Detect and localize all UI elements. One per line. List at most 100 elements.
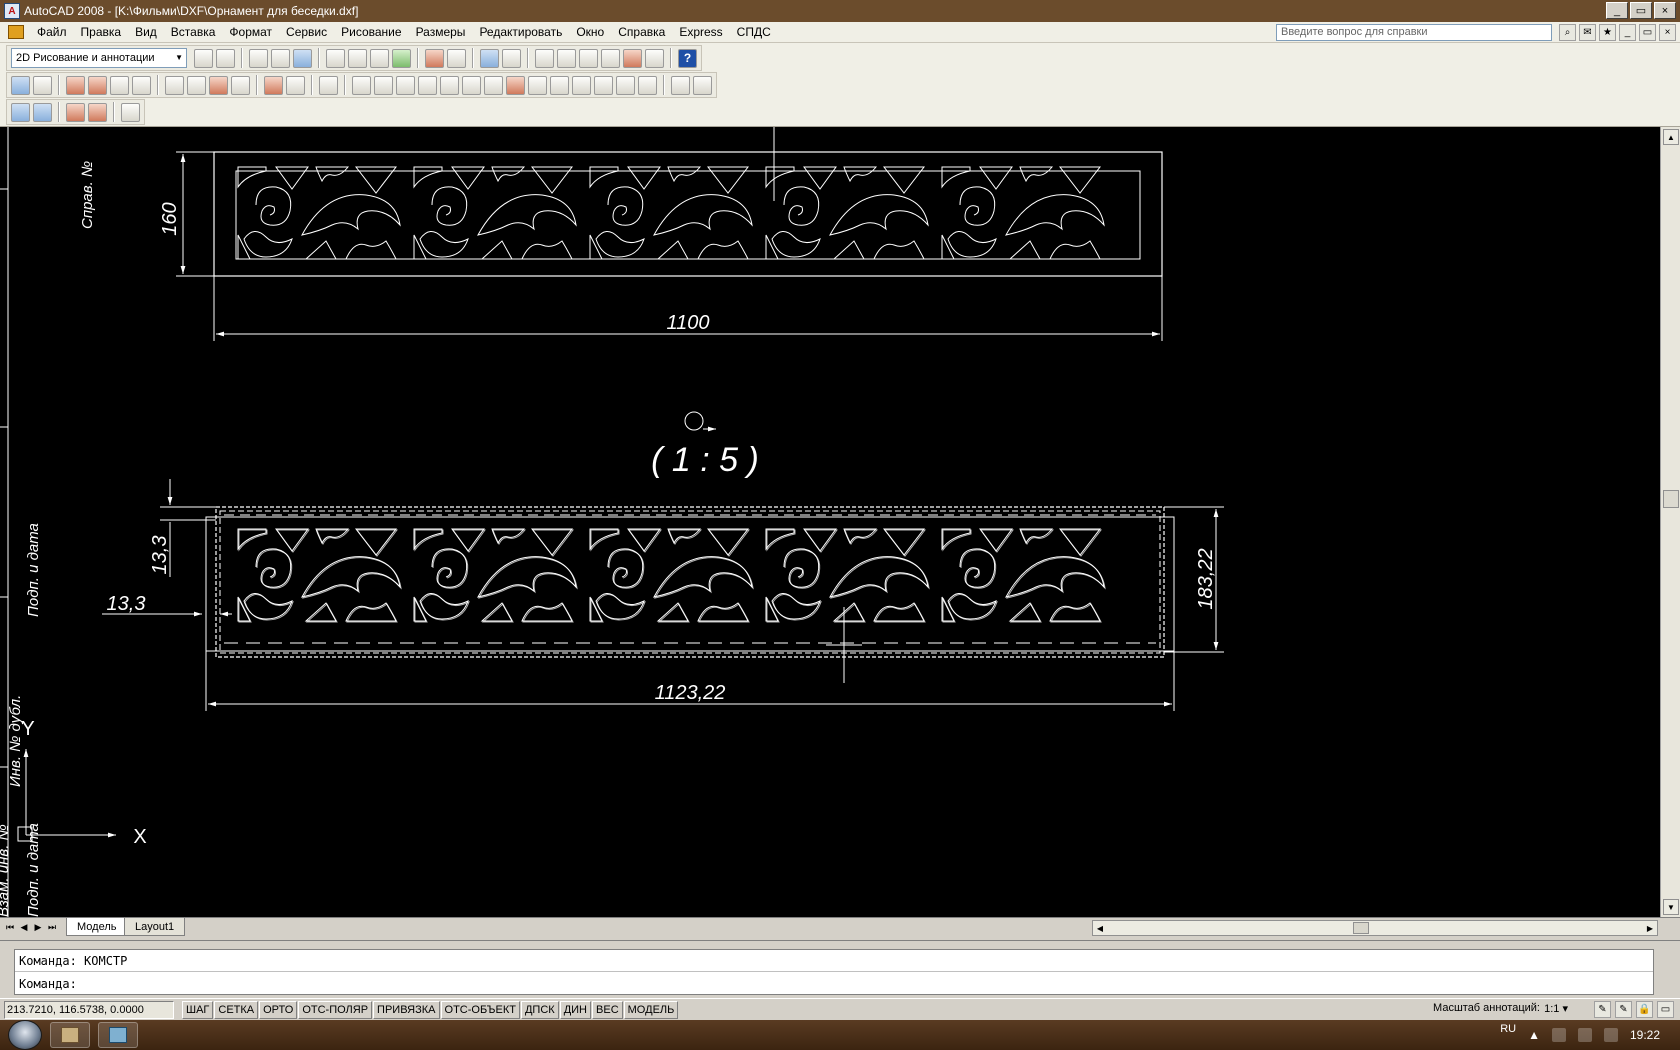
command-history[interactable]: Команда: КОМСТР Команда: — [14, 949, 1654, 995]
menu-draw[interactable]: Рисование — [334, 22, 408, 42]
snap-toggle[interactable]: ШАГ — [182, 1000, 214, 1019]
spds-elevation-icon[interactable] — [88, 75, 107, 95]
tolerance-icon[interactable] — [572, 75, 591, 95]
linear-dimension-icon[interactable] — [352, 75, 371, 95]
dimension-settings-icon[interactable] — [693, 75, 712, 95]
tab-layout1[interactable]: Layout1 — [124, 918, 186, 936]
document-menu-icon[interactable] — [8, 25, 24, 39]
close-button[interactable]: × — [1654, 2, 1676, 19]
baseline-dimension-icon[interactable] — [528, 75, 547, 95]
print-preview-icon[interactable] — [348, 48, 367, 68]
dimension-edit-icon[interactable] — [616, 75, 635, 95]
last-tab-icon[interactable]: ⏭ — [46, 920, 58, 934]
ordinate-dimension-icon[interactable] — [418, 75, 437, 95]
layer-isolate-icon[interactable] — [88, 102, 107, 122]
calculator-icon[interactable] — [645, 48, 664, 68]
spds-view-icon[interactable] — [187, 75, 206, 95]
autocad-app-icon[interactable]: A — [4, 3, 20, 19]
menu-edit[interactable]: Правка — [74, 22, 129, 42]
properties-icon[interactable] — [557, 48, 576, 68]
tab-model[interactable]: Модель — [66, 918, 128, 936]
pan-icon[interactable] — [535, 48, 554, 68]
taskbar-explorer-button[interactable] — [50, 1022, 90, 1048]
help-search-input[interactable]: Введите вопрос для справки — [1276, 24, 1552, 41]
layer-previous-icon[interactable] — [66, 102, 85, 122]
volume-icon[interactable] — [1603, 1028, 1618, 1042]
menu-view[interactable]: Вид — [128, 22, 164, 42]
communication-center-icon[interactable]: ✉ — [1579, 24, 1596, 41]
annotation-visibility-icon[interactable]: ✎ — [1594, 1001, 1611, 1018]
spds-level-icon[interactable] — [110, 75, 129, 95]
sheet-set-icon[interactable] — [623, 48, 642, 68]
new-file-icon[interactable] — [249, 48, 268, 68]
command-prompt[interactable]: Команда: — [19, 975, 77, 993]
network-icon[interactable] — [1577, 1028, 1592, 1042]
menu-insert[interactable]: Вставка — [164, 22, 223, 42]
osnap-toggle[interactable]: ПРИВЯЗКА — [373, 1000, 440, 1019]
otrack-toggle[interactable]: ОТС-ОБЪЕКТ — [440, 1000, 520, 1019]
horizontal-scrollbar[interactable]: ◀ ▶ — [1092, 920, 1658, 936]
search-icon[interactable]: ⌕ — [1559, 24, 1576, 41]
prev-tab-icon[interactable]: ◀ — [18, 920, 30, 934]
taskbar-autocad-button[interactable] — [98, 1022, 138, 1048]
ducs-toggle[interactable]: ДПСК — [520, 1000, 559, 1019]
doc-restore-button[interactable]: ▭ — [1639, 24, 1656, 41]
start-button[interactable] — [8, 1020, 42, 1050]
menu-format[interactable]: Формат — [222, 22, 279, 42]
center-mark-icon[interactable] — [594, 75, 613, 95]
doc-minimize-button[interactable]: _ — [1619, 24, 1636, 41]
dimension-update-icon[interactable] — [671, 75, 690, 95]
model-space-canvas[interactable]: Справ. № Подп. и дата Инв. № дубл. Взам.… — [0, 127, 1660, 917]
language-indicator[interactable]: RU — [1500, 1023, 1516, 1035]
publish-icon[interactable] — [370, 48, 389, 68]
menu-file[interactable]: Файл — [30, 22, 74, 42]
menu-express[interactable]: Express — [672, 22, 729, 42]
undo-icon[interactable] — [480, 48, 499, 68]
clock[interactable]: 19:22 — [1630, 1028, 1660, 1042]
lock-icon[interactable]: 🔒 — [1636, 1001, 1653, 1018]
auto-scale-icon[interactable]: ✎ — [1615, 1001, 1632, 1018]
scroll-left-icon[interactable]: ◀ — [1093, 921, 1107, 935]
dimension-style-icon[interactable] — [638, 75, 657, 95]
design-center-icon[interactable] — [579, 48, 598, 68]
spds-format-icon[interactable] — [11, 75, 30, 95]
bottom-ornament-panel[interactable] — [205, 506, 1175, 658]
spds-axis-icon[interactable] — [33, 75, 52, 95]
menu-modify[interactable]: Редактировать — [472, 22, 569, 42]
angular-dimension-icon[interactable] — [506, 75, 525, 95]
spds-node-icon[interactable] — [209, 75, 228, 95]
diameter-dimension-icon[interactable] — [462, 75, 481, 95]
lineweight-toggle[interactable]: ВЕС — [592, 1000, 623, 1019]
layer-state-icon[interactable] — [33, 102, 52, 122]
horizontal-scroll-thumb[interactable] — [1353, 922, 1369, 934]
annotation-scale-select[interactable]: 1:1 ▾ — [1544, 1002, 1568, 1015]
help-icon[interactable]: ? — [678, 48, 697, 68]
vertical-scroll-thumb[interactable] — [1663, 490, 1679, 508]
show-hidden-icons-icon[interactable]: ▲ — [1528, 1028, 1540, 1042]
layer-manager-icon[interactable] — [11, 102, 30, 122]
continue-dimension-icon[interactable] — [550, 75, 569, 95]
arc-length-icon[interactable] — [396, 75, 415, 95]
print-icon[interactable] — [326, 48, 345, 68]
menu-help[interactable]: Справка — [611, 22, 672, 42]
maximize-button[interactable]: ▭ — [1630, 2, 1652, 19]
aligned-dimension-icon[interactable] — [374, 75, 393, 95]
workspace-save-icon[interactable] — [216, 48, 235, 68]
3d-dwf-icon[interactable] — [392, 48, 411, 68]
redo-icon[interactable] — [502, 48, 521, 68]
radius-dimension-icon[interactable] — [440, 75, 459, 95]
spds-break-icon[interactable] — [264, 75, 283, 95]
top-ornament-panel[interactable] — [213, 151, 1163, 277]
spds-table-icon[interactable] — [319, 75, 338, 95]
polar-toggle[interactable]: ОТС-ПОЛЯР — [298, 1000, 373, 1019]
ortho-toggle[interactable]: ОРТО — [259, 1000, 298, 1019]
spds-section-icon[interactable] — [165, 75, 184, 95]
spds-marker-icon[interactable] — [66, 75, 85, 95]
coordinates-display[interactable]: 213.7210, 116.5738, 0.0000 — [4, 1000, 174, 1019]
next-tab-icon[interactable]: ▶ — [32, 920, 44, 934]
menu-window[interactable]: Окно — [569, 22, 611, 42]
workspace-select[interactable]: 2D Рисование и аннотации — [11, 48, 187, 68]
workspace-settings-icon[interactable] — [194, 48, 213, 68]
scroll-up-icon[interactable]: ▲ — [1663, 129, 1679, 145]
text-icon[interactable] — [484, 75, 503, 95]
